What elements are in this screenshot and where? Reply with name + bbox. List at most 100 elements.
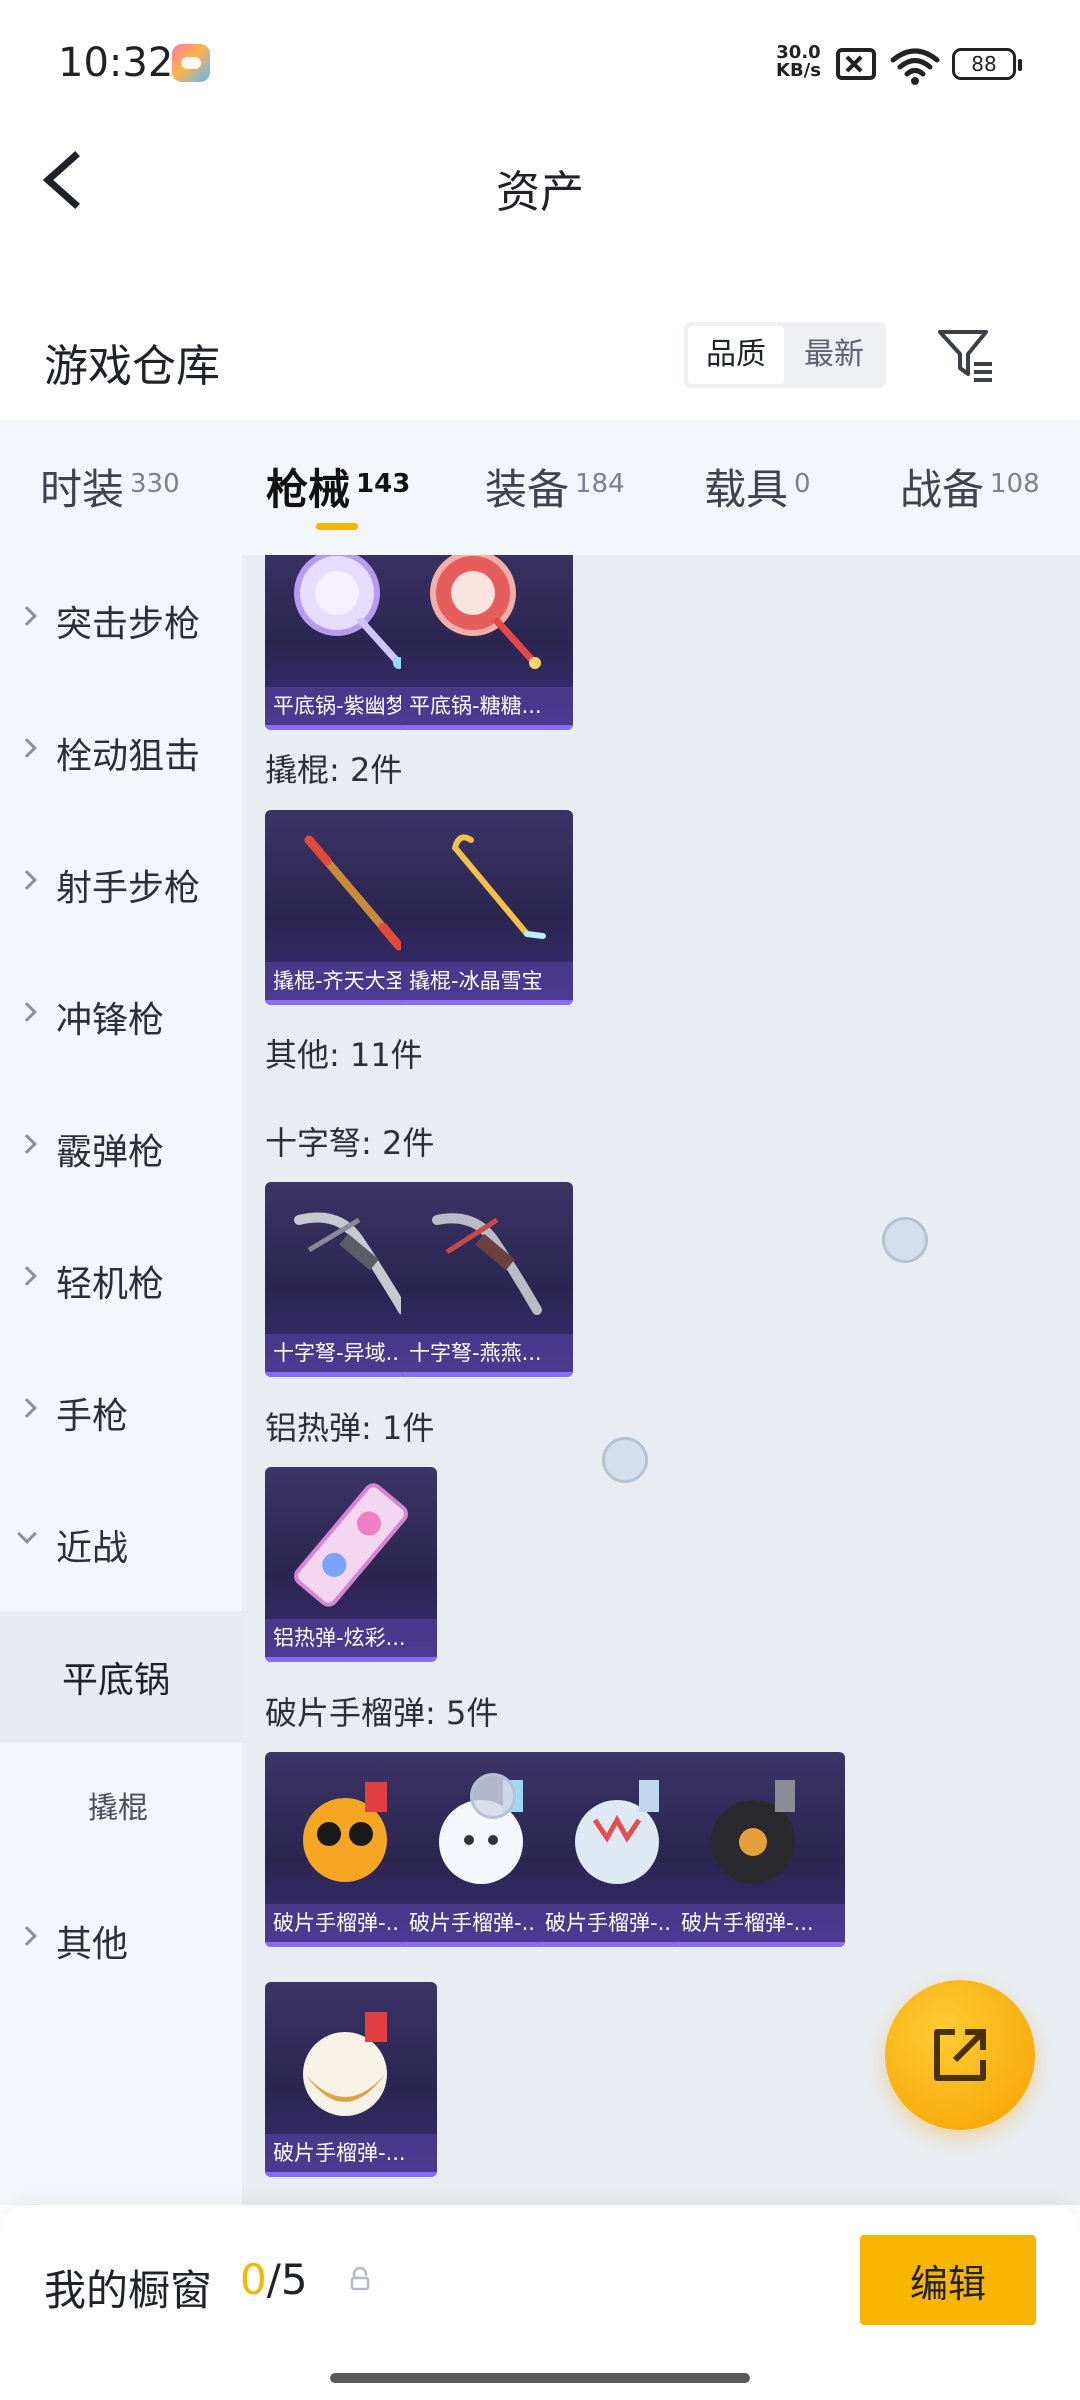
sidebar-item-label: 手枪 (56, 1396, 129, 1437)
tab-label: 枪械 (266, 465, 351, 514)
status-bar: 10:32 30.0 KB/s 88 (0, 0, 1080, 120)
group-title-thermite: 铝热弹: 1件 (265, 1409, 435, 1447)
chevron-right-icon (17, 1926, 37, 1946)
warehouse-title: 游戏仓库 (44, 341, 220, 392)
sidebar-item-label: 轻机枪 (56, 1264, 165, 1305)
tab-count: 184 (575, 469, 625, 499)
battery-indicator: 88 (952, 48, 1022, 80)
active-tab-indicator (316, 523, 358, 530)
tab-label: 载具 (704, 465, 789, 514)
touch-indicator (470, 1773, 516, 1819)
sidebar-item-label: 其他 (56, 1924, 129, 1965)
sidebar-item-label: 冲锋枪 (56, 1000, 165, 1041)
share-button[interactable] (885, 1980, 1035, 2130)
sidebar-item-label: 平底锅 (62, 1660, 171, 1701)
crowbar-ice-crystal-art (452, 834, 546, 939)
no-sim-icon (836, 48, 876, 80)
sort-toggle: 品质 最新 (684, 322, 886, 388)
chevron-down-icon (17, 1524, 37, 1544)
item-card-label: 平底锅-糖糖... (401, 687, 573, 725)
item-card[interactable]: 撬棍-冰晶雪宝 (401, 810, 573, 1005)
thermite-colorful-art (294, 1483, 408, 1607)
chevron-right-icon (17, 1266, 37, 1286)
sidebar-item-other[interactable]: 其他 (0, 1875, 242, 2007)
network-speed-unit: KB/s (776, 60, 821, 81)
touch-indicator (882, 1217, 928, 1263)
tab-fashion[interactable]: 时装 330 (40, 456, 180, 517)
tab-vehicles[interactable]: 载具 0 (704, 456, 811, 517)
touch-indicator (602, 1437, 648, 1483)
group-title-crossbow: 十字弩: 2件 (265, 1124, 435, 1162)
sidebar-item-lmg[interactable]: 轻机枪 (0, 1215, 242, 1347)
chevron-right-icon (17, 870, 37, 890)
showcase-max: 5 (280, 2255, 308, 2304)
item-card-label: 破片手榴弹-... (265, 2134, 437, 2172)
sidebar-item-frying-pan[interactable]: 平底锅 (0, 1611, 242, 1743)
edit-button[interactable]: 编辑 (860, 2235, 1036, 2325)
tab-equipment[interactable]: 装备 184 (485, 456, 625, 517)
group-title-crowbar: 撬棍: 2件 (265, 751, 403, 789)
sidebar: 突击步枪 栓动狙击 射手步枪 冲锋枪 霰弹枪 轻机枪 手枪 近战 平底锅 撬棍 … (0, 555, 242, 2205)
share-icon (934, 2029, 986, 2081)
sidebar-item-label: 撬棍 (88, 1791, 148, 1826)
sidebar-item-pistol[interactable]: 手枪 (0, 1347, 242, 1479)
sort-by-newest[interactable]: 最新 (786, 326, 882, 384)
sidebar-item-smg[interactable]: 冲锋枪 (0, 951, 242, 1083)
item-card-label: 破片手榴弹-... (673, 1904, 845, 1942)
item-grid-panel: 平底锅-紫幽梦 平底锅-糖糖... 撬棍: 2件 撬棍-齐天大圣 撬棍-冰晶雪宝… (242, 555, 1080, 2205)
group-title-other: 其他: 11件 (265, 1036, 423, 1074)
lock-icon (350, 2267, 370, 2291)
sidebar-item-shotgun[interactable]: 霰弹枪 (0, 1083, 242, 1215)
chevron-right-icon (17, 738, 37, 758)
network-speed: 30.0 KB/s (776, 44, 821, 80)
tab-count: 108 (990, 469, 1040, 499)
bottom-bar: 我的橱窗 0/5 编辑 (0, 2205, 1080, 2400)
group-title-grenade: 破片手榴弹: 5件 (265, 1694, 499, 1732)
item-card-label: 十字弩-燕燕... (401, 1334, 573, 1372)
sidebar-item-label: 近战 (56, 1528, 129, 1569)
chevron-right-icon (17, 1002, 37, 1022)
item-card-label: 铝热弹-炫彩... (265, 1619, 437, 1657)
warehouse-row: 游戏仓库 品质 最新 (0, 300, 1080, 410)
showcase-separator: / (266, 2255, 281, 2304)
item-card-label: 撬棍-冰晶雪宝 (401, 962, 573, 1000)
sort-by-quality[interactable]: 品质 (688, 326, 784, 384)
crossbow-swallow-art (432, 1213, 542, 1315)
showcase-current: 0 (240, 2255, 267, 2304)
tab-label: 时装 (40, 465, 125, 514)
sidebar-item-bolt-sniper[interactable]: 栓动狙击 (0, 687, 242, 819)
sidebar-item-label: 霰弹枪 (56, 1132, 165, 1173)
page-title: 资产 (496, 167, 584, 218)
tab-label: 战备 (900, 465, 985, 514)
item-card[interactable]: 铝热弹-炫彩... (265, 1467, 437, 1662)
chevron-right-icon (17, 606, 37, 626)
showcase-count: 0/5 (240, 2255, 308, 2304)
sidebar-item-label: 栓动狙击 (56, 736, 201, 777)
sidebar-item-label: 突击步枪 (56, 604, 201, 645)
item-card[interactable]: 破片手榴弹-... (673, 1752, 845, 1947)
header: 资产 (0, 120, 1080, 240)
sidebar-item-crowbar[interactable]: 撬棍 (0, 1743, 242, 1875)
tab-count: 330 (130, 469, 180, 499)
filter-icon[interactable] (934, 322, 998, 386)
home-indicator (330, 2373, 750, 2383)
status-time: 10:32 (58, 40, 174, 86)
tab-count: 0 (794, 469, 811, 499)
tab-count: 143 (356, 469, 411, 499)
sidebar-item-melee[interactable]: 近战 (0, 1479, 242, 1611)
tab-label: 装备 (485, 465, 570, 514)
tab-firearms[interactable]: 枪械 143 (266, 456, 410, 517)
item-card[interactable]: 破片手榴弹-... (265, 1982, 437, 2177)
sidebar-item-assault-rifle[interactable]: 突击步枪 (0, 555, 242, 687)
wifi-icon (890, 48, 940, 85)
tab-combat-gear[interactable]: 战备 108 (900, 456, 1040, 517)
sidebar-item-marksman-rifle[interactable]: 射手步枪 (0, 819, 242, 951)
sidebar-item-label: 射手步枪 (56, 868, 201, 909)
chevron-right-icon (17, 1398, 37, 1418)
item-card[interactable]: 十字弩-燕燕... (401, 1182, 573, 1377)
frying-pan-candy-art (430, 555, 541, 669)
category-tabs: 时装 330 枪械 143 装备 184 载具 0 战备 108 (0, 420, 1080, 555)
item-card[interactable]: 平底锅-糖糖... (401, 555, 573, 730)
grenade-cookie-art (303, 2012, 387, 2116)
showcase-label: 我的橱窗 (44, 2266, 213, 2315)
